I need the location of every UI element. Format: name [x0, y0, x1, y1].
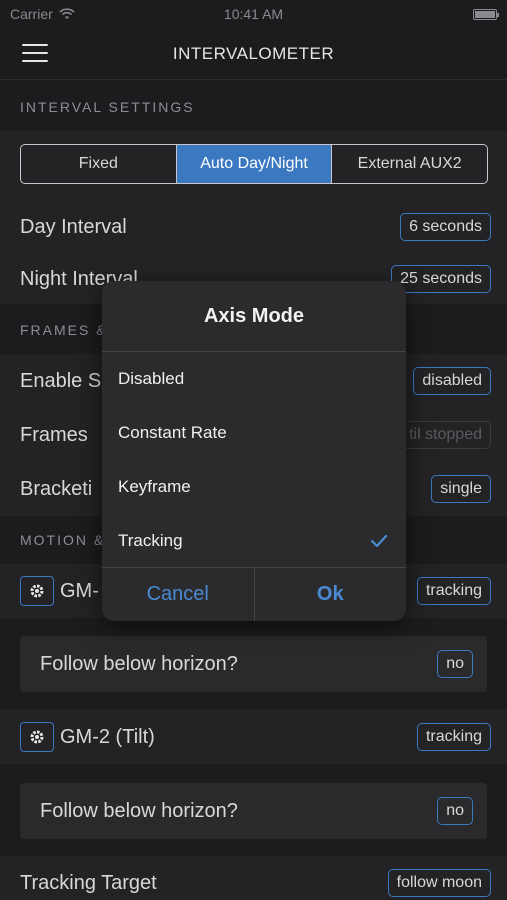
cancel-button[interactable]: Cancel — [102, 568, 255, 621]
dialog-buttons: Cancel Ok — [102, 567, 406, 621]
bracketing-label: Bracketi — [20, 477, 93, 500]
bracketing-button[interactable]: single — [431, 475, 491, 503]
menu-icon[interactable] — [22, 44, 48, 64]
nav-bar: INTERVALOMETER — [0, 28, 507, 80]
row-day-interval[interactable]: Day Interval 6 seconds — [0, 200, 507, 254]
wifi-icon — [59, 8, 75, 19]
option-label: Keyframe — [118, 477, 191, 496]
frames-label: Frames — [20, 423, 88, 446]
gear-icon[interactable] — [20, 576, 54, 606]
carrier-label: Carrier — [10, 6, 53, 22]
option-label: Tracking — [118, 531, 183, 550]
status-bar: Carrier 10:41 AM — [0, 0, 507, 28]
axis-2-label: GM-2 (Tilt) — [60, 725, 155, 748]
page-title: INTERVALOMETER — [172, 43, 335, 63]
option-label: Disabled — [118, 369, 185, 388]
segment-external-aux2[interactable]: External AUX2 — [332, 145, 487, 183]
ok-button[interactable]: Ok — [255, 568, 407, 621]
option-label: Constant Rate — [118, 423, 227, 442]
axis-2-label-group: GM-2 (Tilt) — [20, 722, 155, 752]
axis-1-label: GM- — [60, 579, 99, 602]
option-tracking[interactable]: Tracking — [102, 514, 406, 568]
carrier-group: Carrier — [10, 6, 75, 22]
frames-button[interactable]: til stopped — [400, 421, 491, 449]
clock: 10:41 AM — [223, 6, 284, 22]
axis-1-label-group: GM- — [20, 576, 99, 606]
checkmark-icon — [370, 534, 388, 548]
segment-fixed[interactable]: Fixed — [21, 145, 177, 183]
gear-icon[interactable] — [20, 722, 54, 752]
battery-icon — [473, 8, 499, 20]
follow-horizon-1[interactable]: Follow below horizon? no — [20, 636, 487, 692]
night-interval-button[interactable]: 25 seconds — [391, 265, 491, 293]
follow-horizon-2-label: Follow below horizon? — [40, 799, 238, 822]
day-interval-button[interactable]: 6 seconds — [400, 213, 491, 241]
row-axis-2[interactable]: GM-2 (Tilt) tracking — [0, 710, 507, 764]
option-keyframe[interactable]: Keyframe — [102, 460, 406, 514]
option-constant-rate[interactable]: Constant Rate — [102, 406, 406, 460]
interval-mode-segmented-control: Fixed Auto Day/Night External AUX2 — [20, 144, 488, 184]
row-tracking-target[interactable]: Tracking Target follow moon — [0, 856, 507, 900]
enable-button[interactable]: disabled — [413, 367, 491, 395]
axis-2-mode-button[interactable]: tracking — [416, 723, 491, 751]
enable-label: Enable S — [20, 369, 102, 392]
follow-horizon-1-button[interactable]: no — [437, 650, 473, 678]
option-disabled[interactable]: Disabled — [102, 352, 406, 406]
section-header-interval: INTERVAL SETTINGS — [0, 83, 507, 131]
follow-horizon-2-button[interactable]: no — [437, 797, 473, 825]
dialog-title: Axis Mode — [102, 281, 406, 352]
tracking-target-label: Tracking Target — [20, 871, 157, 894]
tracking-target-button[interactable]: follow moon — [387, 869, 491, 897]
day-interval-label: Day Interval — [20, 215, 127, 238]
follow-horizon-1-label: Follow below horizon? — [40, 652, 238, 675]
axis-mode-dialog: Axis Mode Disabled Constant Rate Keyfram… — [102, 281, 406, 621]
follow-horizon-2[interactable]: Follow below horizon? no — [20, 783, 487, 839]
axis-1-mode-button[interactable]: tracking — [416, 577, 491, 605]
segment-auto-day-night[interactable]: Auto Day/Night — [176, 145, 333, 183]
